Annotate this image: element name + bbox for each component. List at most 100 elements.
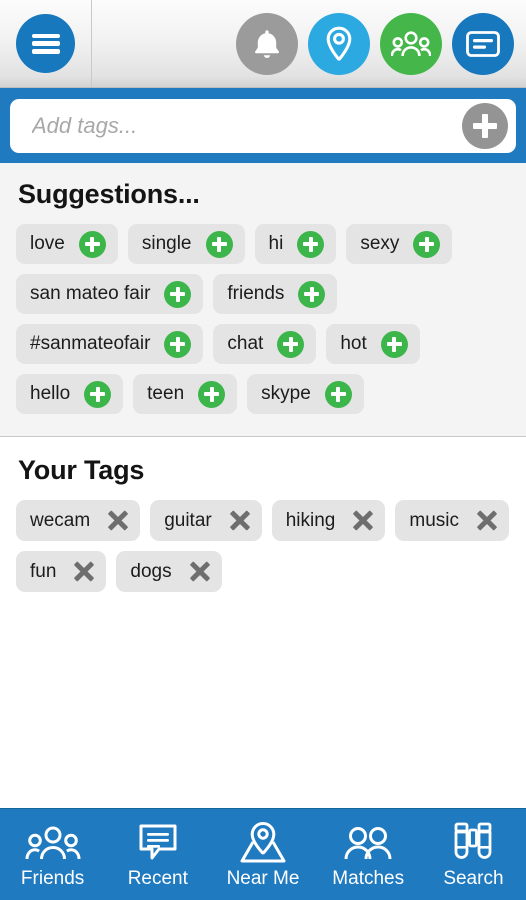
- chip-label: chat: [227, 333, 264, 354]
- nav-label-search: Search: [443, 867, 504, 889]
- menu-button-container: [0, 0, 92, 87]
- two-people-icon: [341, 820, 395, 866]
- remove-tag-icon[interactable]: [475, 509, 499, 533]
- plus-icon: [473, 113, 497, 138]
- messages-button[interactable]: [452, 12, 514, 75]
- add-tag-icon[interactable]: [297, 230, 325, 258]
- bell-icon: [251, 27, 283, 61]
- suggestion-chip[interactable]: teen: [133, 374, 238, 414]
- chip-label: hello: [30, 383, 71, 404]
- plus-icon: [283, 336, 299, 352]
- chip-label: teen: [147, 383, 185, 404]
- group-people-icon: [391, 29, 431, 59]
- chip-label: wecam: [30, 509, 91, 531]
- suggestion-chip[interactable]: san mateo fair: [16, 274, 204, 314]
- add-tag-icon[interactable]: [205, 230, 233, 258]
- chip-label: skype: [261, 383, 311, 404]
- suggestion-chip[interactable]: skype: [247, 374, 364, 414]
- plus-icon: [204, 386, 220, 402]
- suggestion-chip[interactable]: #sanmateofair: [16, 324, 204, 364]
- chip-label: fun: [30, 560, 57, 582]
- user-tag-chip[interactable]: fun: [16, 551, 107, 592]
- add-tags-input[interactable]: [32, 98, 462, 153]
- suggestions-section: Suggestions... love single hi sexy san mateo…: [0, 163, 526, 437]
- suggestion-chip[interactable]: love: [16, 224, 118, 264]
- suggestion-chip[interactable]: single: [127, 224, 245, 264]
- add-tag-icon[interactable]: [277, 330, 305, 358]
- plus-icon: [170, 286, 186, 302]
- add-tag-icon[interactable]: [198, 380, 226, 408]
- user-tag-chip[interactable]: hiking: [271, 500, 386, 541]
- hamburger-menu-button[interactable]: [16, 14, 75, 73]
- chip-label: hot: [340, 333, 367, 354]
- nav-item-near-me[interactable]: Near Me: [210, 809, 315, 900]
- add-tag-icon[interactable]: [78, 230, 106, 258]
- remove-tag-icon[interactable]: [188, 560, 212, 584]
- plus-icon: [211, 236, 227, 252]
- notifications-button[interactable]: [236, 12, 298, 75]
- suggestion-chip[interactable]: friends: [213, 274, 338, 314]
- chip-label: hiking: [285, 509, 336, 531]
- user-tag-chip[interactable]: dogs: [116, 551, 222, 592]
- chip-label: sexy: [360, 233, 400, 254]
- user-tag-chip[interactable]: guitar: [150, 500, 262, 541]
- suggestions-title: Suggestions...: [18, 179, 200, 209]
- add-tag-icon[interactable]: [324, 380, 352, 408]
- map-pin-icon: [236, 820, 290, 866]
- chat-bubble-icon: [136, 820, 180, 866]
- add-tags-bar: [0, 88, 526, 163]
- location-pin-icon: [322, 25, 356, 63]
- suggestion-chip[interactable]: hi: [254, 224, 337, 264]
- location-button[interactable]: [308, 12, 370, 75]
- user-tag-chip[interactable]: wecam: [16, 500, 141, 541]
- chip-label: love: [30, 233, 65, 254]
- nav-label-recent: Recent: [127, 867, 188, 889]
- bottom-navigation-bar: Friends Recent Near Me Matches Search: [0, 808, 526, 900]
- chip-label: san mateo fair: [30, 283, 151, 304]
- chip-label: dogs: [130, 560, 172, 582]
- plus-icon: [330, 386, 346, 402]
- friends-button[interactable]: [380, 12, 442, 75]
- suggestion-chip[interactable]: sexy: [346, 224, 453, 264]
- chip-label: guitar: [164, 509, 212, 531]
- hamburger-icon: [31, 33, 60, 54]
- add-tag-icon[interactable]: [164, 330, 192, 358]
- nav-item-recent[interactable]: Recent: [105, 809, 210, 900]
- suggestion-chip[interactable]: hello: [16, 374, 124, 414]
- add-tag-icon[interactable]: [413, 230, 441, 258]
- nav-label-near-me: Near Me: [226, 867, 300, 889]
- suggestion-chip[interactable]: chat: [213, 324, 317, 364]
- group-people-icon: [25, 820, 81, 866]
- plus-icon: [170, 336, 186, 352]
- nav-item-friends[interactable]: Friends: [0, 809, 105, 900]
- add-tag-icon[interactable]: [298, 280, 326, 308]
- add-tag-icon[interactable]: [380, 330, 408, 358]
- nav-item-search[interactable]: Search: [421, 809, 526, 900]
- remove-tag-icon[interactable]: [72, 560, 96, 584]
- plus-icon: [419, 236, 435, 252]
- add-tag-icon[interactable]: [84, 380, 112, 408]
- suggestion-chip-list: love single hi sexy san mateo fair friends #sa…: [0, 224, 526, 414]
- plus-icon: [303, 236, 319, 252]
- binoculars-icon: [450, 820, 496, 866]
- chip-label: music: [409, 509, 459, 531]
- user-tag-chip-list: wecam guitar hiking music fun dogs: [0, 500, 526, 592]
- your-tags-title: Your Tags: [18, 455, 145, 485]
- nav-label-matches: Matches: [332, 867, 405, 889]
- chip-label: #sanmateofair: [30, 333, 151, 354]
- top-app-bar: [0, 0, 526, 88]
- plus-icon: [386, 336, 402, 352]
- remove-tag-icon[interactable]: [351, 509, 375, 533]
- chip-label: friends: [227, 283, 285, 304]
- add-tag-button[interactable]: [462, 102, 508, 149]
- nav-label-friends: Friends: [20, 867, 85, 889]
- plus-icon: [84, 236, 100, 252]
- top-bar-actions: [92, 0, 526, 87]
- remove-tag-icon[interactable]: [106, 509, 130, 533]
- remove-tag-icon[interactable]: [228, 509, 252, 533]
- chip-label: hi: [268, 233, 284, 254]
- suggestion-chip[interactable]: hot: [326, 324, 420, 364]
- user-tag-chip[interactable]: music: [395, 500, 509, 541]
- add-tag-icon[interactable]: [164, 280, 192, 308]
- nav-item-matches[interactable]: Matches: [316, 809, 421, 900]
